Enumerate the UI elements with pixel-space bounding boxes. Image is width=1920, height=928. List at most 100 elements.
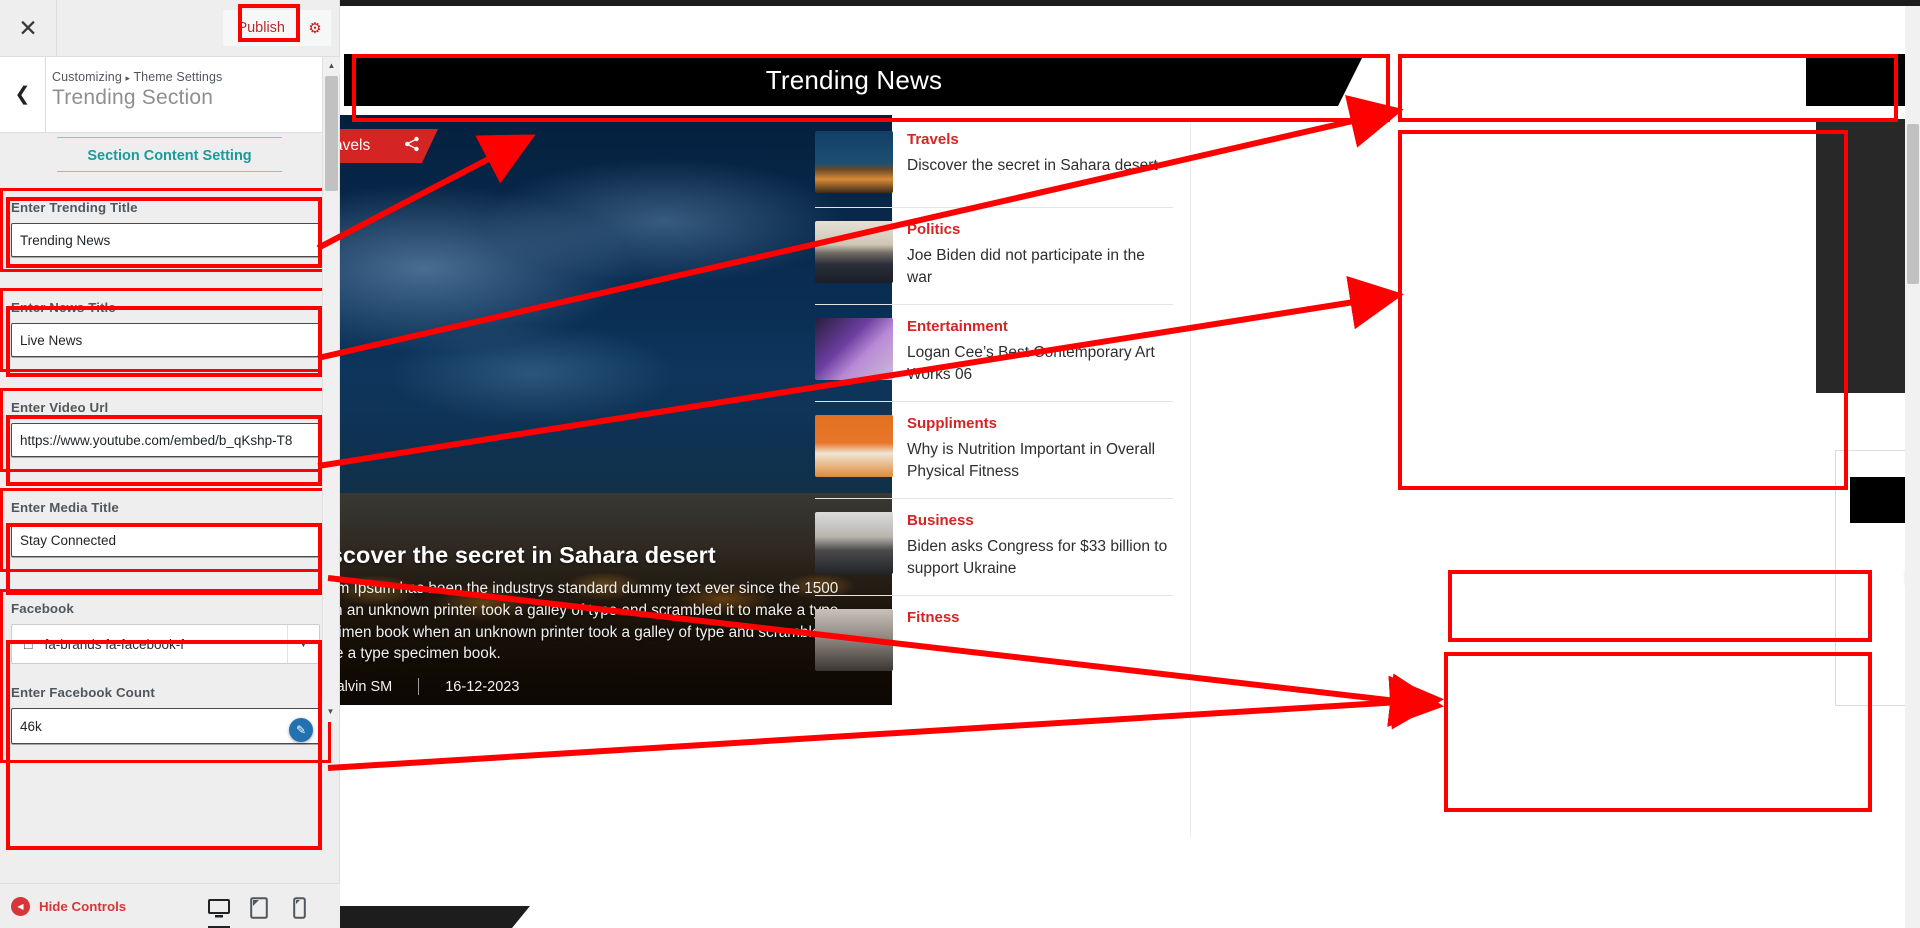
live-news-banner: Live News — [1806, 54, 1920, 106]
hero-title: Discover the secret in Sahara desert — [340, 542, 716, 569]
list-item[interactable]: Business Biden asks Congress for $33 bil… — [815, 499, 1173, 596]
news-headline[interactable]: Discover the secret in Sahara desert — [907, 155, 1173, 177]
news-thumbnail — [815, 317, 893, 380]
hero-content: Discover the secret in Sahara desert Lor… — [340, 542, 874, 695]
chevron-down-icon[interactable]: ▼ — [287, 625, 319, 663]
field-label: Enter Media Title — [11, 500, 119, 515]
news-text: Suppliments Why is Nutrition Important i… — [907, 415, 1173, 484]
hero-article[interactable]: Travels Discover the secret in Sahara de… — [340, 115, 892, 705]
news-thumbnail — [815, 414, 893, 477]
close-icon[interactable]: ✕ — [0, 0, 57, 56]
list-item[interactable]: Travels Discover the secret in Sahara de… — [815, 118, 1173, 208]
news-text: Entertainment Logan Cee’s Best Contempor… — [907, 318, 1173, 387]
news-category[interactable]: Fitness — [907, 609, 1173, 626]
news-text: Business Biden asks Congress for $33 bil… — [907, 512, 1173, 581]
hero-meta: By Kalvin SM 16-12-2023 — [340, 678, 874, 695]
hero-date: 16-12-2023 — [445, 678, 520, 695]
news-text: Fitness — [907, 609, 1173, 671]
facebook-icon-select[interactable]: □ fa-brands fa-facebook-f ▼ — [11, 624, 320, 664]
news-thumbnail — [815, 131, 893, 193]
news-text: Politics Joe Biden did not participate i… — [907, 221, 1173, 290]
sidebar-scrollbar[interactable]: ▲ — [322, 57, 340, 722]
section-content-setting: Section Content Setting — [0, 133, 339, 172]
share-icon[interactable] — [404, 136, 420, 157]
pencil-icon[interactable]: ✎ — [289, 718, 313, 742]
trending-news-banner: Trending News — [344, 54, 1364, 106]
facebook-glyph-icon: □ — [24, 636, 33, 652]
breadcrumb-separator-icon: ▸ — [125, 73, 131, 83]
news-category[interactable]: Politics — [907, 221, 1173, 238]
site-preview: Trending News Live News Travels Discover… — [340, 0, 1920, 928]
breadcrumb-parent: Theme Settings — [133, 70, 223, 84]
header-text: Customizing ▸ Theme Settings Trending Se… — [46, 57, 222, 132]
divider-bottom — [57, 171, 282, 172]
hero-description: Lorem Ipsum has been the industrys stand… — [340, 580, 858, 663]
preview-top-strip — [340, 0, 1920, 6]
facebook-count-label: Enter Facebook Count — [11, 685, 155, 700]
field-media-title: Enter Media Title — [0, 488, 331, 572]
tablet-icon[interactable] — [248, 893, 270, 919]
field-label: Enter Video Url — [11, 400, 109, 415]
device-preview-buttons — [208, 893, 340, 928]
hide-controls-label: Hide Controls — [39, 898, 127, 914]
customizer-topbar: ✕ Publish ⚙ — [0, 0, 339, 57]
customizer-header: ❮ Customizing ▸ Theme Settings Trending … — [0, 57, 339, 133]
field-trending-title: Enter Trending Title — [0, 188, 331, 272]
customizer-sidebar: ✕ Publish ⚙ ❮ Customizing ▸ Theme Settin… — [0, 0, 340, 928]
back-button[interactable]: ❮ — [0, 57, 46, 132]
gear-icon[interactable]: ⚙ — [299, 10, 331, 46]
scroll-down-icon[interactable]: ▼ — [322, 703, 339, 720]
news-category[interactable]: Travels — [907, 131, 1173, 148]
breadcrumb: Customizing ▸ Theme Settings — [52, 70, 222, 84]
trending-title-input[interactable] — [11, 223, 320, 257]
page-title: Trending Section — [52, 86, 214, 109]
publish-button[interactable]: Publish — [223, 10, 299, 46]
facebook-label: Facebook — [11, 601, 74, 616]
section-heading: Section Content Setting — [87, 148, 252, 164]
news-thumbnail — [815, 608, 893, 671]
news-text: Travels Discover the secret in Sahara de… — [907, 131, 1173, 193]
divider-top — [57, 137, 282, 138]
customizer-screen: ✕ Publish ⚙ ❮ Customizing ▸ Theme Settin… — [0, 0, 1920, 928]
hero-author: By Kalvin SM — [340, 678, 393, 695]
scrollbar-thumb[interactable] — [325, 76, 338, 191]
preview-scrollbar[interactable] — [1905, 6, 1920, 928]
preview-scrollbar-thumb[interactable] — [1907, 124, 1919, 284]
facebook-select-display[interactable]: □ fa-brands fa-facebook-f — [11, 624, 320, 664]
trending-banner-label: Trending News — [765, 64, 943, 95]
meta-divider — [418, 678, 420, 695]
scroll-up-icon[interactable]: ▲ — [323, 57, 340, 74]
trending-news-list: Travels Discover the secret in Sahara de… — [815, 118, 1173, 685]
field-facebook-group: Facebook □ fa-brands fa-facebook-f ▼ Ent… — [0, 589, 331, 763]
column-divider — [1190, 118, 1191, 838]
field-video-url: Enter Video Url — [0, 388, 331, 472]
field-label: Enter News Title — [11, 300, 116, 315]
sidebar-footer: ◀ Hide Controls — [0, 883, 340, 928]
breadcrumb-root: Customizing — [52, 70, 122, 84]
list-item[interactable]: Politics Joe Biden did not participate i… — [815, 208, 1173, 305]
news-title-input[interactable] — [11, 323, 320, 357]
facebook-count-input[interactable] — [11, 708, 320, 744]
footer-wedge — [340, 906, 530, 928]
list-item[interactable]: Fitness — [815, 596, 1173, 685]
news-category[interactable]: Suppliments — [907, 415, 1173, 432]
video-url-input[interactable] — [11, 423, 320, 457]
mobile-icon[interactable] — [288, 893, 310, 919]
news-headline[interactable]: Joe Biden did not participate in the war — [907, 245, 1173, 290]
news-category[interactable]: Entertainment — [907, 318, 1173, 335]
hero-category-label: Travels — [342, 137, 371, 154]
desktop-icon[interactable] — [208, 893, 230, 928]
field-news-title: Enter News Title — [0, 288, 331, 372]
hero-category-tag[interactable]: Travels — [340, 129, 438, 163]
list-item[interactable]: Entertainment Logan Cee’s Best Contempor… — [815, 305, 1173, 402]
news-thumbnail — [815, 221, 893, 283]
field-label: Enter Trending Title — [11, 200, 138, 215]
news-headline[interactable]: Biden asks Congress for $33 billion to s… — [907, 536, 1173, 581]
media-title-input[interactable] — [11, 523, 320, 557]
list-item[interactable]: Suppliments Why is Nutrition Important i… — [815, 402, 1173, 499]
news-category[interactable]: Business — [907, 512, 1173, 529]
triangle-left-icon: ◀ — [11, 896, 30, 916]
news-headline[interactable]: Why is Nutrition Important in Overall Ph… — [907, 439, 1173, 484]
hide-controls-button[interactable]: ◀ Hide Controls — [0, 896, 127, 916]
news-headline[interactable]: Logan Cee’s Best Contemporary Art Works … — [907, 342, 1173, 387]
